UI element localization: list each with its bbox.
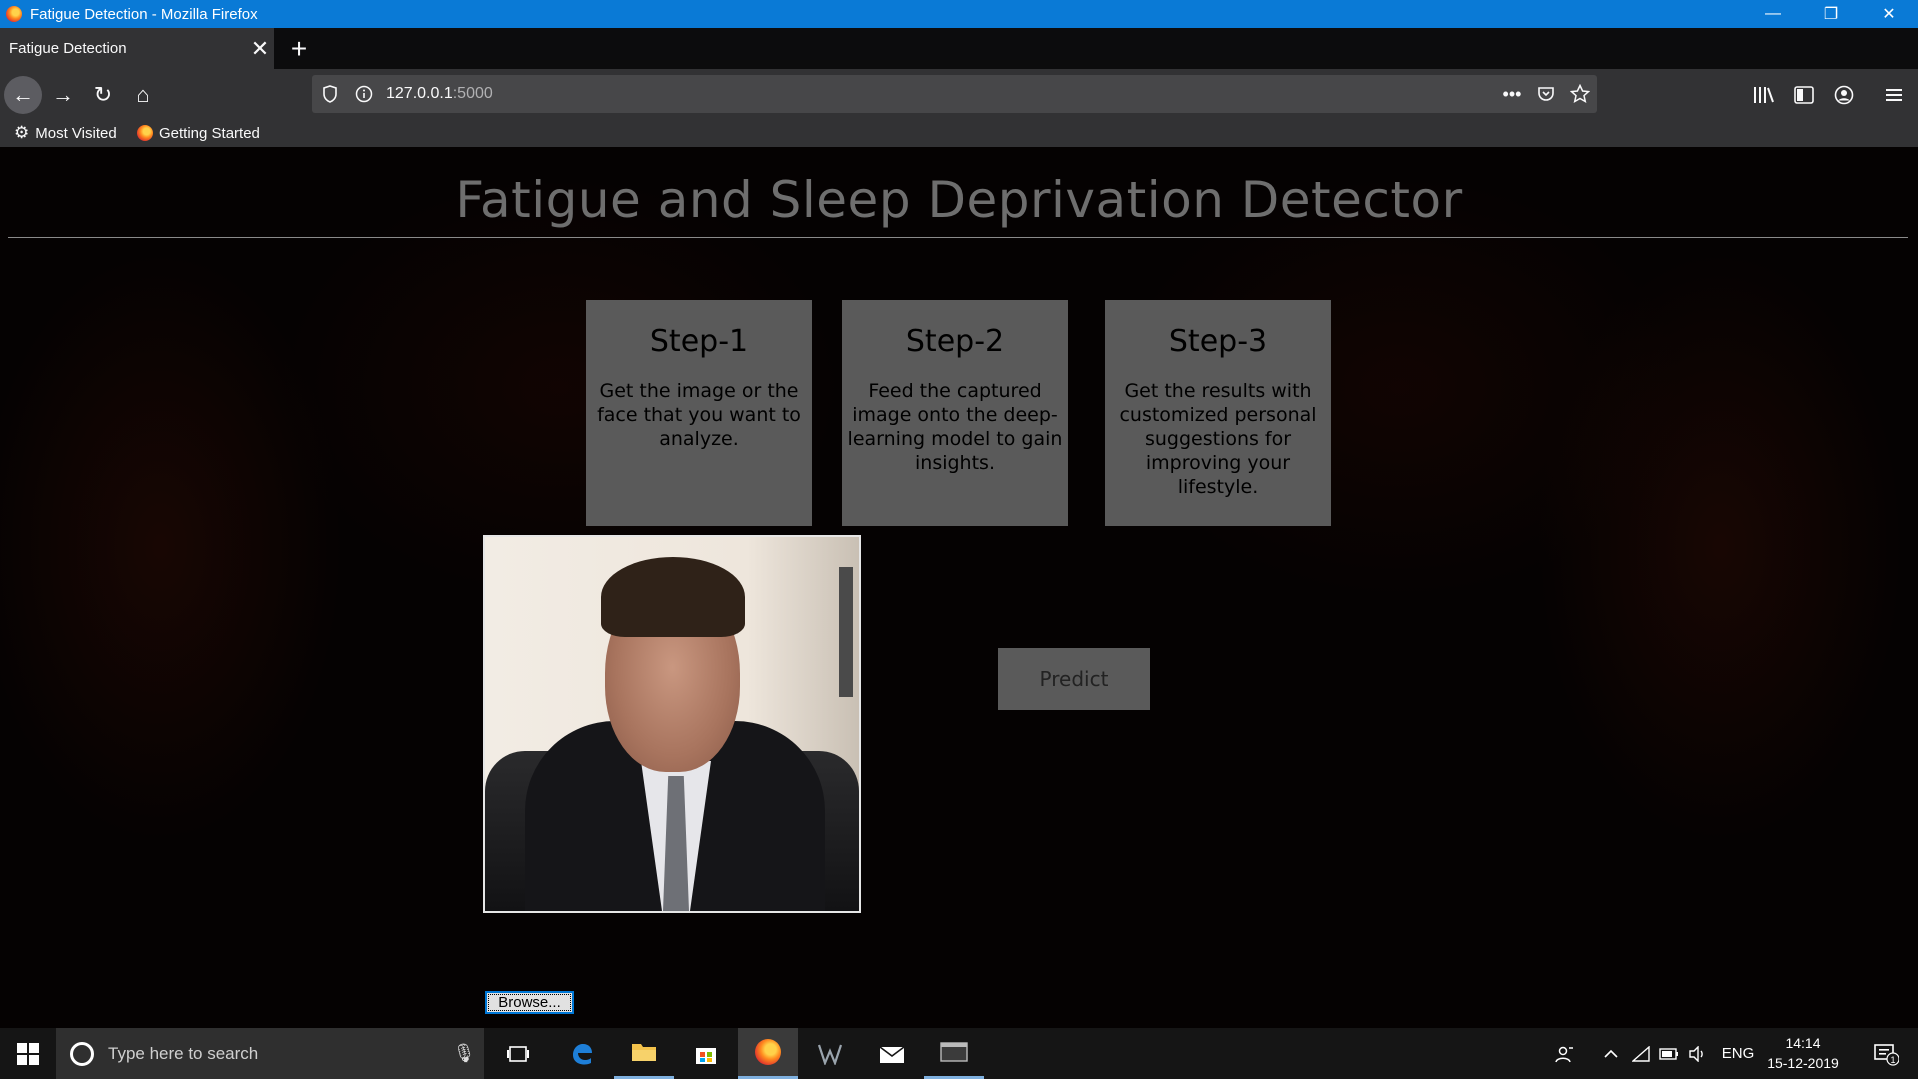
home-button[interactable]: ⌂ <box>124 76 162 114</box>
page-content: Fatigue and Sleep Deprivation Detector S… <box>0 147 1918 1028</box>
url-text[interactable]: 127.0.0.1:5000 <box>386 75 493 113</box>
predator-app-icon[interactable] <box>800 1028 860 1079</box>
url-port: :5000 <box>452 85 493 102</box>
step-title: Step-3 <box>1168 324 1268 359</box>
store-icon[interactable] <box>676 1028 736 1079</box>
bookmark-label: Getting Started <box>159 124 260 142</box>
step-card-2: Step-2 Feed the captured image onto the … <box>842 300 1068 526</box>
mail-icon[interactable] <box>862 1028 922 1079</box>
firefox-icon <box>6 6 22 22</box>
wifi-icon[interactable] <box>1628 1028 1654 1079</box>
step-title: Step-2 <box>905 324 1005 359</box>
notification-count: 1 <box>1890 1055 1895 1065</box>
window-titlebar: Fatigue Detection - Mozilla Firefox — ❐ … <box>0 0 1918 28</box>
predict-button[interactable]: Predict <box>998 648 1150 710</box>
info-icon[interactable] <box>350 75 378 113</box>
bookmark-star-icon[interactable] <box>1566 75 1594 113</box>
step-card-1: Step-1 Get the image or the face that yo… <box>586 300 812 526</box>
sidebar-icon[interactable] <box>1784 76 1824 114</box>
cortana-icon <box>70 1041 94 1066</box>
volume-icon[interactable] <box>1684 1028 1710 1079</box>
url-host: 127.0.0.1 <box>386 85 453 102</box>
window-title: Fatigue Detection - Mozilla Firefox <box>30 5 258 23</box>
tab-close-icon[interactable]: ✕ <box>246 36 274 62</box>
page-actions-icon[interactable]: ••• <box>1498 75 1526 113</box>
page-title: Fatigue and Sleep Deprivation Detector <box>455 171 1463 229</box>
navigation-toolbar: ← → ↻ ⌂ 127.0.0.1:5000 ••• <box>0 69 1918 119</box>
reload-button[interactable]: ↻ <box>84 76 122 114</box>
microphone-icon[interactable]: 🎙 <box>444 1043 484 1064</box>
menu-icon[interactable] <box>1874 76 1914 114</box>
step-card-3: Step-3 Get the results with customized p… <box>1105 300 1331 526</box>
start-button[interactable] <box>0 1028 56 1079</box>
tab-strip: Fatigue Detection ✕ + <box>0 28 1918 69</box>
library-icon[interactable] <box>1744 76 1784 114</box>
firefox-icon <box>755 1039 781 1065</box>
taskbar: Type here to search 🎙 ENG 14:14 15-12-20… <box>0 1028 1918 1079</box>
title-divider <box>8 237 1908 238</box>
firefox-taskbar-icon[interactable] <box>738 1028 798 1079</box>
gear-icon: ⚙ <box>14 123 30 142</box>
uploaded-image-preview <box>483 535 861 913</box>
task-view-icon[interactable] <box>488 1028 548 1079</box>
taskbar-search-box[interactable]: Type here to search 🎙 <box>56 1028 484 1079</box>
close-window-button[interactable]: ✕ <box>1860 0 1918 28</box>
restore-button[interactable]: ❐ <box>1802 0 1860 28</box>
windows-icon <box>17 1042 39 1065</box>
shield-icon[interactable] <box>316 75 344 113</box>
firefox-icon <box>137 125 153 141</box>
bookmark-label: Most Visited <box>35 124 117 142</box>
new-tab-button[interactable]: + <box>284 28 314 69</box>
forward-button[interactable]: → <box>44 76 82 114</box>
step-text: Feed the captured image onto the deep-le… <box>847 380 1063 474</box>
url-bar[interactable]: 127.0.0.1:5000 ••• <box>312 75 1597 113</box>
clock-date: 15-12-2019 <box>1767 1055 1839 1071</box>
edge-browser-icon[interactable] <box>552 1028 612 1079</box>
bookmark-most-visited[interactable]: ⚙ Most Visited <box>14 119 117 147</box>
language-indicator[interactable]: ENG <box>1718 1028 1758 1079</box>
tab-fatigue-detection[interactable]: Fatigue Detection ✕ <box>0 28 274 69</box>
photo-hair <box>601 557 745 637</box>
search-placeholder: Type here to search <box>108 1043 259 1063</box>
clock-time: 14:14 <box>1785 1035 1821 1051</box>
chevron-up-icon[interactable] <box>1598 1028 1624 1079</box>
bookmark-getting-started[interactable]: Getting Started <box>137 119 260 147</box>
window-controls: — ❐ ✕ <box>1744 0 1918 28</box>
browse-file-button[interactable]: Browse... <box>485 991 574 1014</box>
action-center-icon[interactable]: 1 <box>1862 1028 1910 1079</box>
terminal-app-icon[interactable] <box>924 1028 984 1079</box>
photo-background-frame <box>839 567 853 697</box>
step-title: Step-1 <box>649 324 749 359</box>
tab-title: Fatigue Detection <box>9 40 127 57</box>
back-button[interactable]: ← <box>4 76 42 114</box>
step-text: Get the image or the face that you want … <box>597 380 801 450</box>
bookmarks-toolbar: ⚙ Most Visited Getting Started <box>0 119 1918 147</box>
people-icon[interactable] <box>1548 1028 1582 1079</box>
step-text: Get the results with customized personal… <box>1119 380 1317 498</box>
file-explorer-icon[interactable] <box>614 1028 674 1079</box>
account-icon[interactable] <box>1824 76 1864 114</box>
battery-icon[interactable] <box>1656 1028 1682 1079</box>
system-clock[interactable]: 14:14 15-12-2019 <box>1762 1033 1844 1073</box>
pocket-icon[interactable] <box>1532 75 1560 113</box>
minimize-button[interactable]: — <box>1744 0 1802 28</box>
